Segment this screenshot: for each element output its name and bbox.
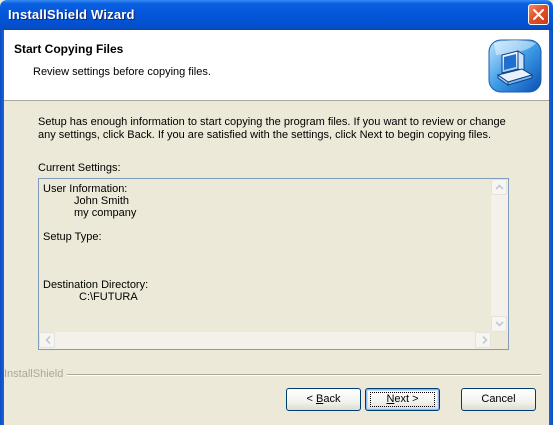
close-icon [533,9,544,20]
divider-line [64,374,541,376]
scroll-right-button[interactable] [475,332,491,348]
chevron-up-icon [495,184,504,190]
setup-type-label: Setup Type: [43,231,102,243]
window-frame-right [549,30,553,425]
page-title: Start Copying Files [14,42,124,56]
back-button[interactable]: < Back [286,388,361,411]
chevron-down-icon [495,321,504,327]
window-title: InstallShield Wizard [8,7,135,22]
destination-directory-label: Destination Directory: [43,279,149,291]
horizontal-scrollbar[interactable] [39,332,491,349]
page-subtitle: Review settings before copying files. [33,66,211,78]
cancel-button[interactable]: Cancel [461,388,536,411]
installshield-brand-label: InstallShield [4,368,68,380]
blank-row [43,219,483,231]
current-settings-box[interactable]: User Information: John Smith my company … [38,178,509,350]
scroll-left-button[interactable] [39,332,55,348]
brand-divider: InstallShield [4,368,549,382]
back-button-label-rest: ack [323,393,341,405]
company-name: my company [74,207,137,219]
blank-row [43,255,483,267]
scrollbar-corner [491,332,508,349]
blank-row [43,243,483,255]
wizard-header: Start Copying Files Review settings befo… [4,30,549,101]
back-button-prefix: < [306,393,316,405]
user-name: John Smith [74,195,130,207]
close-button[interactable] [528,4,549,25]
chevron-right-icon [482,336,488,344]
chevron-left-icon [45,336,51,344]
current-settings-label: Current Settings: [38,162,121,174]
vertical-scrollbar[interactable] [491,179,508,332]
installshield-computer-icon [488,39,542,93]
next-button[interactable]: Next > [365,388,440,411]
scroll-down-button[interactable] [491,316,507,332]
blank-row [43,267,483,279]
user-information-label: User Information: [43,183,128,195]
settings-content: User Information: John Smith my company … [43,183,483,303]
title-bar[interactable]: InstallShield Wizard [0,0,553,30]
scroll-up-button[interactable] [491,179,507,195]
destination-directory: C:\FUTURA [79,291,138,303]
installshield-wizard-window: InstallShield Wizard Start Copying Files… [0,0,553,425]
instructions-text: Setup has enough information to start co… [38,116,506,141]
focus-rectangle [370,392,435,407]
